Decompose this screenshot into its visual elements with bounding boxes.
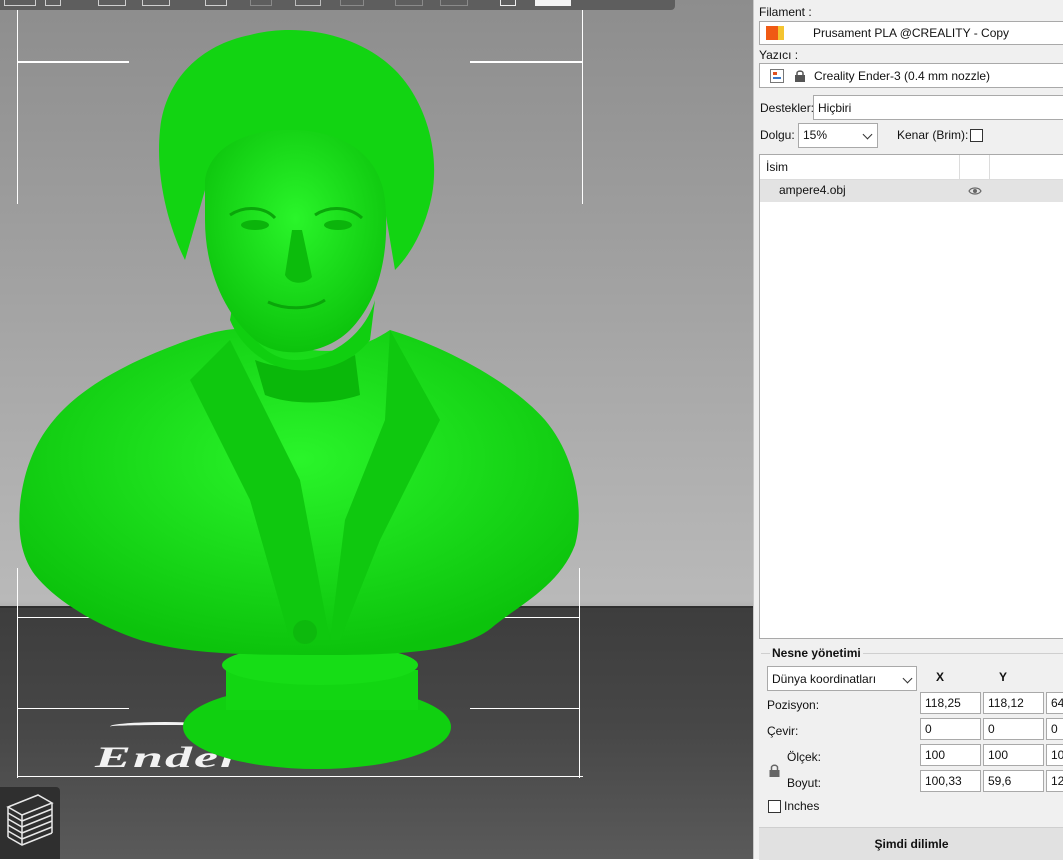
position-label: Pozisyon:: [767, 698, 820, 712]
chevron-down-icon: [902, 673, 913, 684]
column-divider: [959, 155, 960, 179]
position-x-input[interactable]: 118,25: [920, 692, 981, 714]
scale-x-input[interactable]: 100: [920, 744, 981, 766]
printer-value: Creality Ender-3 (0.4 mm nozzle): [814, 69, 991, 83]
infill-combo[interactable]: 15%: [798, 123, 878, 148]
column-divider: [989, 155, 990, 179]
infill-value: 15%: [803, 128, 828, 142]
chevron-down-icon: [862, 129, 873, 140]
coordinate-system-select[interactable]: Dünya koordinatları: [767, 666, 917, 691]
filament-color-swatch: [766, 26, 778, 40]
lock-icon[interactable]: [768, 763, 781, 778]
sidebar-panel: Filament : Prusament PLA @CREALITY - Cop…: [753, 0, 1063, 860]
coordinate-system-value: Dünya koordinatları: [772, 672, 877, 686]
object-list-header: İsim: [760, 155, 1063, 180]
printer-select[interactable]: Creality Ender-3 (0.4 mm nozzle): [759, 63, 1063, 88]
eye-right: [324, 220, 352, 230]
rotate-x-input[interactable]: 0: [920, 718, 981, 740]
button: [293, 620, 317, 644]
size-y-input[interactable]: 59,6: [983, 770, 1044, 792]
eye-icon[interactable]: [968, 186, 982, 196]
3d-viewport[interactable]: Ender: [0, 0, 753, 859]
rotate-z-input[interactable]: 0: [1046, 718, 1063, 740]
size-z-input[interactable]: 12: [1046, 770, 1063, 792]
rotate-label: Çevir:: [767, 724, 799, 738]
object-list[interactable]: İsim ampere4.obj: [759, 154, 1063, 639]
lock-icon: [795, 70, 805, 82]
position-y-input[interactable]: 118,12: [983, 692, 1044, 714]
slice-now-label: Şimdi dilimle: [874, 837, 949, 851]
layer-view-button[interactable]: [0, 787, 60, 859]
model-bust[interactable]: [0, 0, 753, 859]
scale-label: Ölçek:: [787, 750, 822, 764]
supports-label: Destekler:: [760, 101, 815, 115]
printer-label: Yazıcı :: [759, 48, 799, 62]
infill-label: Dolgu:: [760, 128, 795, 142]
size-label: Boyut:: [787, 776, 822, 790]
slice-now-button[interactable]: Şimdi dilimle: [759, 827, 1063, 860]
position-z-input[interactable]: 64: [1046, 692, 1063, 714]
filament-label: Filament :: [759, 5, 812, 19]
object-name: ampere4.obj: [779, 183, 846, 197]
scale-z-input[interactable]: 10: [1046, 744, 1063, 766]
inches-label: Inches: [784, 799, 820, 813]
x-header: X: [936, 670, 945, 684]
list-item[interactable]: ampere4.obj: [760, 180, 1063, 202]
scale-y-input[interactable]: 100: [983, 744, 1044, 766]
filament-value: Prusament PLA @CREALITY - Copy: [813, 26, 1010, 40]
object-manipulation-title: Nesne yönetimi: [770, 646, 863, 660]
y-header: Y: [999, 670, 1008, 684]
filament-select[interactable]: Prusament PLA @CREALITY - Copy: [759, 21, 1063, 45]
size-x-input[interactable]: 100,33: [920, 770, 981, 792]
supports-select[interactable]: Hiçbiri: [813, 95, 1063, 120]
column-name-header[interactable]: İsim: [766, 160, 788, 174]
rotate-y-input[interactable]: 0: [983, 718, 1044, 740]
layers-icon: [6, 794, 54, 846]
inches-checkbox[interactable]: [768, 800, 781, 813]
brim-checkbox[interactable]: [970, 129, 983, 142]
printer-icon: [770, 69, 784, 83]
brim-label: Kenar (Brim):: [897, 128, 969, 142]
eye-left: [241, 220, 269, 230]
supports-value: Hiçbiri: [818, 101, 852, 115]
filament-color-swatch: [778, 26, 784, 40]
